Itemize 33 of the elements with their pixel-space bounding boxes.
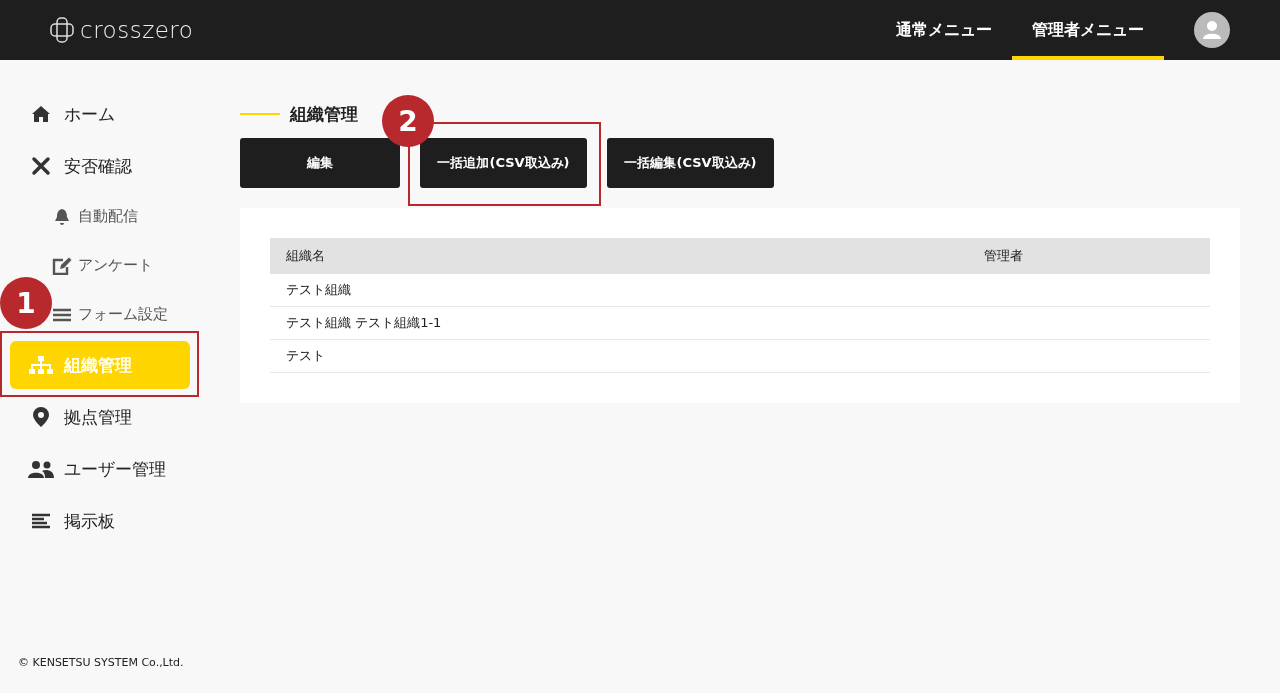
lines-icon xyxy=(32,513,50,529)
sidebar-item[interactable]: ホーム xyxy=(10,90,190,138)
users-icon xyxy=(28,460,54,478)
bell-icon xyxy=(54,207,70,226)
table-cell: テスト組織 xyxy=(270,274,968,307)
sidebar-item[interactable]: フォーム設定 xyxy=(52,292,200,337)
sidebar-item[interactable]: 自動配信 xyxy=(52,194,200,239)
location-pin-icon xyxy=(33,407,49,427)
column-header: 組織名 xyxy=(270,238,968,274)
page-title: 組織管理 xyxy=(290,102,358,126)
table-cell: テスト組織 テスト組織1-1 xyxy=(270,306,968,340)
action-button[interactable]: 編集 xyxy=(240,138,400,188)
sidebar-item[interactable]: ユーザー管理 xyxy=(10,445,190,493)
sitemap-icon xyxy=(29,356,53,374)
copyright-text: © KENSETSU SYSTEM Co.,Ltd. xyxy=(18,656,184,669)
step-badge: 2 xyxy=(382,95,434,147)
edit-icon xyxy=(52,256,72,275)
logo-text: crosszero xyxy=(80,17,194,43)
menu-tab[interactable]: 管理者メニュー xyxy=(1012,0,1164,60)
logo-icon xyxy=(50,17,74,43)
avatar-icon[interactable] xyxy=(1194,12,1230,48)
sidebar-item[interactable]: 拠点管理 xyxy=(10,393,190,441)
action-button[interactable]: 一括編集(CSV取込み) xyxy=(607,138,774,188)
table-cell: テスト xyxy=(270,339,968,373)
sidebar-item[interactable]: 掲示板 xyxy=(10,497,190,545)
action-button[interactable]: 一括追加(CSV取込み) xyxy=(420,138,587,188)
step-badge: 1 xyxy=(0,277,52,329)
sidebar-item[interactable]: 安否確認 xyxy=(10,142,190,190)
list-icon xyxy=(53,307,71,322)
sidebar-item[interactable]: アンケート xyxy=(52,243,200,288)
menu-tab[interactable]: 通常メニュー xyxy=(876,0,1012,60)
home-icon xyxy=(31,105,51,123)
column-header: 管理者 xyxy=(968,238,1210,274)
